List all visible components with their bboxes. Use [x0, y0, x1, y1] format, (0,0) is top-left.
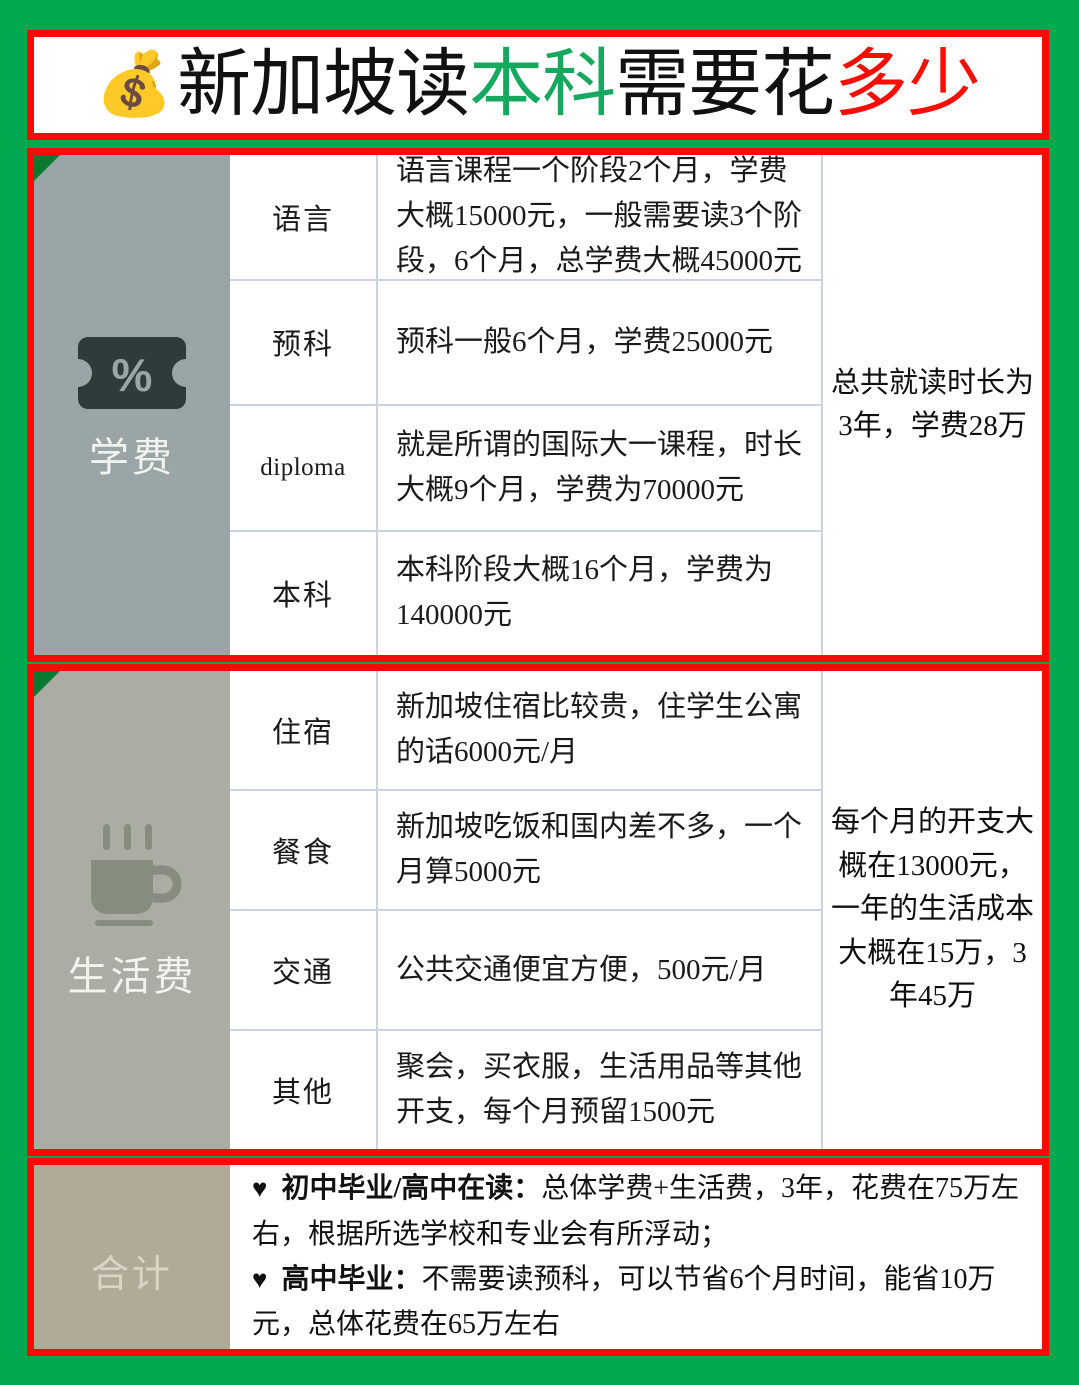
- total-bullet-item: ♥ 初中毕业/高中在读：总体学费+生活费，3年，花费在75万左右，根据所选学校和专…: [252, 1166, 1020, 1257]
- infographic-page: 💰 新加坡读 本科 需要花 多少 % 学费 语言 语言课程一个阶段2个月，学费大…: [0, 0, 1079, 1385]
- section-label-living: 生活费: [67, 953, 197, 999]
- section-label-tuition: 学费: [89, 434, 175, 480]
- living-table: 住宿 新加坡住宿比较贵，住学生公寓的话6000元/月 餐食 新加坡吃饭和国内差不…: [230, 671, 1042, 1149]
- title-banner: 💰 新加坡读 本科 需要花 多少: [27, 30, 1049, 140]
- row-category: 其他: [230, 1031, 378, 1149]
- section-label-panel-living: 生活费: [34, 671, 230, 1149]
- heart-bullet-icon: ♥: [252, 1174, 268, 1204]
- total-bullet-head: 初中毕业/高中在读：: [281, 1173, 542, 1205]
- section-summary-tuition: 总共就读时长为3年，学费28万: [821, 155, 1042, 655]
- percent-ticket-icon: %: [78, 333, 186, 418]
- row-description: 公共交通便宜方便，500元/月: [396, 953, 767, 986]
- row-description: 新加坡住宿比较贵，住学生公寓的话6000元/月: [396, 691, 803, 768]
- section-total: 合计 ♥ 初中毕业/高中在读：总体学费+生活费，3年，花费在75万左右，根据所选学…: [27, 1158, 1049, 1356]
- table-row: 其他 聚会，买衣服，生活用品等其他开支，每个月预留1500元: [230, 1031, 821, 1149]
- table-row: 预科 预科一般6个月，学费25000元: [230, 280, 821, 406]
- row-category: 本科: [230, 531, 378, 655]
- row-description: 聚会，买衣服，生活用品等其他开支，每个月预留1500元: [396, 1051, 803, 1128]
- table-row: 交通 公共交通便宜方便，500元/月: [230, 911, 821, 1031]
- svg-text:%: %: [112, 349, 153, 401]
- corner-triangle-decor: [34, 155, 60, 181]
- title-part-red: 多少: [834, 44, 981, 126]
- row-category: 预科: [230, 280, 378, 404]
- total-bullet-head: 高中毕业：: [281, 1264, 422, 1295]
- row-category: 住宿: [230, 671, 378, 789]
- title-part-green: 本科: [469, 44, 616, 126]
- row-description: 预科一般6个月，学费25000元: [396, 325, 774, 358]
- row-category: 餐食: [230, 791, 378, 909]
- section-label-total: 合计: [90, 1254, 173, 1296]
- section-summary-living: 每个月的开支大概在13000元，一年的生活成本大概在15万，3年45万: [821, 671, 1042, 1149]
- corner-triangle-decor: [34, 671, 60, 697]
- section-tuition: % 学费 语言 语言课程一个阶段2个月，学费大概15000元，一般需要读3个阶段…: [27, 148, 1049, 662]
- total-body: ♥ 初中毕业/高中在读：总体学费+生活费，3年，花费在75万左右，根据所选学校和专…: [230, 1165, 1042, 1349]
- table-row: 餐食 新加坡吃饭和国内差不多，一个月算5000元: [230, 791, 821, 911]
- title-line: 💰 新加坡读 本科 需要花 多少: [95, 44, 981, 126]
- table-row: 本科 本科阶段大概16个月，学费为140000元: [230, 531, 821, 655]
- tuition-rows: 语言 语言课程一个阶段2个月，学费大概15000元，一般需要读3个阶段，6个月，…: [230, 155, 821, 655]
- living-rows: 住宿 新加坡住宿比较贵，住学生公寓的话6000元/月 餐食 新加坡吃饭和国内差不…: [230, 671, 821, 1149]
- table-row: 语言 语言课程一个阶段2个月，学费大概15000元，一般需要读3个阶段，6个月，…: [230, 155, 821, 281]
- title-part-black-2: 需要花: [615, 44, 835, 126]
- title-part-black-1: 新加坡读: [177, 44, 470, 126]
- table-row: 住宿 新加坡住宿比较贵，住学生公寓的话6000元/月: [230, 671, 821, 791]
- row-category: 语言: [230, 155, 378, 279]
- total-bullet-item: ♥ 高中毕业：不需要读预科，可以节省6个月时间，能省10万元，总体花费在65万左右: [252, 1257, 1020, 1348]
- row-category: 交通: [230, 911, 378, 1029]
- money-bag-icon: 💰: [95, 51, 174, 119]
- row-description: 语言课程一个阶段2个月，学费大概15000元，一般需要读3个阶段，6个月，总学费…: [396, 155, 803, 278]
- table-row: diploma 就是所谓的国际大一课程，时长大概9个月，学费为70000元: [230, 406, 821, 532]
- heart-bullet-icon: ♥: [252, 1265, 268, 1294]
- row-description: 就是所谓的国际大一课程，时长大概9个月，学费为70000元: [396, 428, 803, 506]
- row-description: 新加坡吃饭和国内差不多，一个月算5000元: [396, 811, 803, 888]
- section-living-cost: 生活费 住宿 新加坡住宿比较贵，住学生公寓的话6000元/月 餐食 新加坡吃饭和…: [27, 664, 1049, 1156]
- row-category: diploma: [230, 406, 378, 530]
- section-label-panel-total: 合计: [34, 1165, 230, 1349]
- coffee-mug-icon: [77, 823, 187, 937]
- tuition-table: 语言 语言课程一个阶段2个月，学费大概15000元，一般需要读3个阶段，6个月，…: [230, 155, 1042, 655]
- row-description: 本科阶段大概16个月，学费为140000元: [396, 554, 774, 632]
- section-label-panel-tuition: % 学费: [34, 155, 230, 655]
